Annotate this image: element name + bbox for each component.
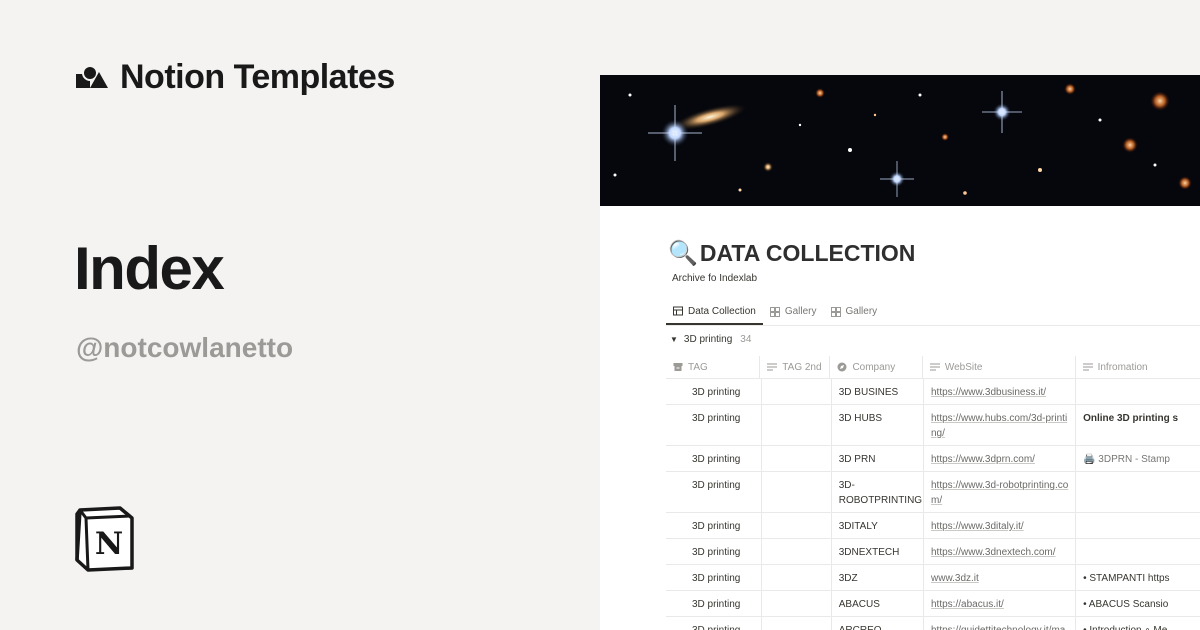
cell-website-link[interactable]: https://guidettitechnology.it/manifattur… xyxy=(924,617,1077,630)
cell-information[interactable] xyxy=(1076,379,1200,404)
text-lines-icon xyxy=(929,363,940,371)
table-row[interactable]: 3D printing 3D-ROBOTPRINTING https://www… xyxy=(666,472,1200,513)
table-row[interactable]: 3D printing 3DZ www.3dz.it • STAMPANTI h… xyxy=(666,565,1200,591)
cell-information[interactable]: • Introduction ∘ Me xyxy=(1076,617,1200,630)
cell-company[interactable]: 3D PRN xyxy=(832,446,924,471)
page-title: Index xyxy=(74,235,225,302)
group-count: 34 xyxy=(740,334,752,345)
cell-tag-2nd[interactable] xyxy=(762,379,832,404)
cell-information[interactable]: Online 3D printing s xyxy=(1076,405,1200,445)
cell-website-link[interactable]: https://www.3dnextech.com/ xyxy=(924,539,1077,564)
magnifying-glass-icon: 🔍 xyxy=(668,240,698,267)
cell-tag[interactable]: 3D printing xyxy=(666,591,762,616)
table-row[interactable]: 3D printing 3D PRN https://www.3dprn.com… xyxy=(666,446,1200,472)
cell-tag-2nd[interactable] xyxy=(762,405,832,445)
column-header-website[interactable]: WebSite xyxy=(923,356,1076,378)
cell-information[interactable] xyxy=(1076,472,1200,512)
table-row[interactable]: 3D printing ABACUS https://abacus.it/ • … xyxy=(666,591,1200,617)
cell-information[interactable]: • ABACUS Scansio xyxy=(1076,591,1200,616)
cell-tag[interactable]: 3D printing xyxy=(666,513,762,538)
cell-website-link[interactable]: https://www.3dprn.com/ xyxy=(924,446,1077,471)
tab-label: Data Collection xyxy=(688,305,756,317)
cell-website-link[interactable]: https://www.3dbusiness.it/ xyxy=(924,379,1077,404)
table-row[interactable]: 3D printing 3D BUSINES https://www.3dbus… xyxy=(666,379,1200,405)
cell-tag[interactable]: 3D printing xyxy=(666,539,762,564)
database-table: TAG TAG 2nd Company WebSite Infromation … xyxy=(666,355,1200,630)
cell-tag-2nd[interactable] xyxy=(762,617,832,630)
database-title[interactable]: 🔍 DATA COLLECTION xyxy=(668,239,915,268)
cell-website-link[interactable]: https://www.hubs.com/3d-printing/ xyxy=(924,405,1077,445)
compass-icon xyxy=(837,362,847,372)
brand-name: Notion Templates xyxy=(120,58,395,96)
tab-label: Gallery xyxy=(784,306,817,317)
gallery-icon xyxy=(830,306,841,317)
cell-tag[interactable]: 3D printing xyxy=(666,472,762,512)
table-icon xyxy=(673,306,683,316)
table-row[interactable]: 3D printing 3DITALY https://www.3ditaly.… xyxy=(666,513,1200,539)
caret-down-icon[interactable]: ▼ xyxy=(670,335,678,344)
tab-gallery-2[interactable]: Gallery xyxy=(824,299,885,324)
cell-tag-2nd[interactable] xyxy=(762,591,832,616)
cell-information[interactable] xyxy=(1076,539,1200,564)
column-header-tag-2nd[interactable]: TAG 2nd xyxy=(760,356,831,378)
text-lines-icon xyxy=(1082,363,1093,371)
cell-tag-2nd[interactable] xyxy=(762,472,832,512)
cell-company[interactable]: 3D BUSINES xyxy=(832,379,924,404)
cell-tag[interactable]: 3D printing xyxy=(666,565,762,590)
svg-text:N: N xyxy=(95,526,123,562)
cell-website-link[interactable]: https://www.3ditaly.it/ xyxy=(924,513,1077,538)
notion-page-screenshot: 🔍 DATA COLLECTION Archive fo Indexlab Da… xyxy=(600,75,1200,630)
column-header-tag[interactable]: TAG xyxy=(666,356,761,378)
tab-data-collection[interactable]: Data Collection xyxy=(666,299,763,325)
cell-tag[interactable]: 3D printing xyxy=(666,379,762,404)
cell-tag[interactable]: 3D printing xyxy=(666,405,762,445)
cell-company[interactable]: 3D HUBS xyxy=(832,405,924,445)
cell-company[interactable]: 3DZ xyxy=(832,565,924,590)
tab-label: Gallery xyxy=(845,306,878,317)
table-row[interactable]: 3D printing 3DNEXTECH https://www.3dnext… xyxy=(666,539,1200,565)
view-tabs: Data Collection Gallery Gallery xyxy=(666,299,1200,326)
brand: Notion Templates xyxy=(76,58,395,97)
table-row[interactable]: 3D printing 3D HUBS https://www.hubs.com… xyxy=(666,405,1200,446)
cell-company[interactable]: 3DITALY xyxy=(832,513,924,538)
database-title-text: DATA COLLECTION xyxy=(699,240,916,266)
cell-company[interactable]: 3D-ROBOTPRINTING xyxy=(832,472,924,512)
table-row[interactable]: 3D printing ARCREO https://guidettitechn… xyxy=(666,617,1200,630)
archive-icon xyxy=(673,363,683,371)
group-header[interactable]: ▼ 3D printing 34 xyxy=(670,334,751,345)
column-header-information[interactable]: Infromation xyxy=(1076,356,1200,378)
cell-tag[interactable]: 3D printing xyxy=(666,446,762,471)
notion-logo-icon: N xyxy=(74,506,136,577)
cell-website-link[interactable]: www.3dz.it xyxy=(924,565,1077,590)
cell-website-link[interactable]: https://abacus.it/ xyxy=(924,591,1077,616)
tab-gallery[interactable]: Gallery xyxy=(763,299,824,324)
cell-tag-2nd[interactable] xyxy=(762,565,832,590)
cell-tag[interactable]: 3D printing xyxy=(666,617,762,630)
space-cover-image xyxy=(600,75,1200,206)
cell-tag-2nd[interactable] xyxy=(762,446,832,471)
table-header: TAG TAG 2nd Company WebSite Infromation xyxy=(666,355,1200,379)
database-description: Archive fo Indexlab xyxy=(672,273,758,284)
cell-information[interactable] xyxy=(1076,513,1200,538)
cell-information[interactable]: • STAMPANTI https xyxy=(1076,565,1200,590)
gallery-icon xyxy=(769,306,780,317)
cell-tag-2nd[interactable] xyxy=(762,539,832,564)
cell-company[interactable]: 3DNEXTECH xyxy=(832,539,924,564)
notion-shapes-icon xyxy=(76,62,108,94)
cell-company[interactable]: ARCREO xyxy=(832,617,924,630)
author-handle: @notcowlanetto xyxy=(76,332,294,363)
text-lines-icon xyxy=(767,363,778,371)
column-header-company[interactable]: Company xyxy=(830,356,923,378)
group-label: 3D printing xyxy=(683,334,733,345)
cell-company[interactable]: ABACUS xyxy=(832,591,924,616)
cell-information[interactable]: 🖨️ 3DPRN - Stamp xyxy=(1076,446,1200,471)
cell-website-link[interactable]: https://www.3d-robotprinting.com/ xyxy=(924,472,1077,512)
cell-tag-2nd[interactable] xyxy=(762,513,832,538)
